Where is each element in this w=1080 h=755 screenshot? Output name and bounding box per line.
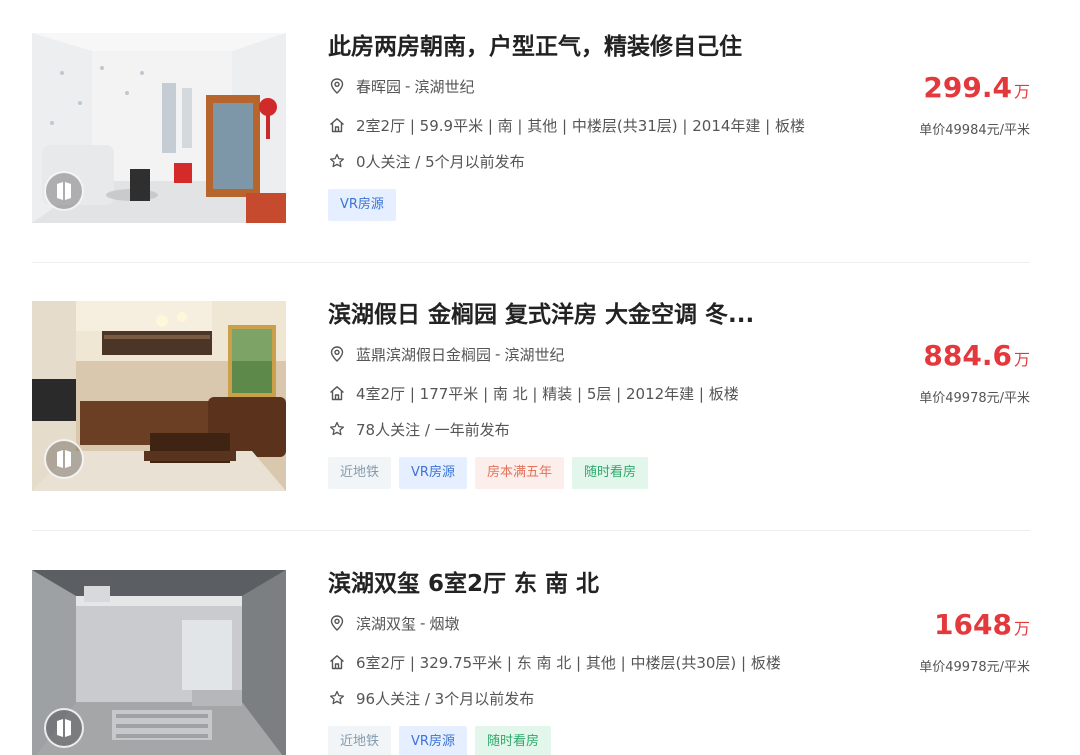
star-icon	[328, 152, 346, 170]
community-link[interactable]: 春晖园	[356, 76, 401, 97]
location-pin-icon	[328, 345, 346, 363]
tag-vr: VR房源	[399, 457, 467, 489]
tag-near-subway: 近地铁	[328, 457, 392, 489]
location-separator: -	[405, 77, 411, 95]
listing-divider	[32, 530, 1030, 531]
total-price-unit: 万	[1013, 82, 1030, 101]
district-link[interactable]: 烟墩	[429, 613, 459, 634]
listing-tags: VR房源	[328, 189, 396, 221]
listing-photo[interactable]	[32, 301, 286, 491]
total-price: 1648 万	[934, 608, 1030, 641]
location-pin-icon	[328, 614, 346, 632]
star-icon	[328, 689, 346, 707]
listing-title[interactable]: 此房两房朝南，户型正气，精装修自己住	[328, 33, 888, 61]
listing-tags: 近地铁 VR房源 房本满五年 随时看房	[328, 457, 648, 489]
tag-see-anytime: 随时看房	[571, 457, 648, 489]
follow-text: 0人关注 / 5个月以前发布	[356, 152, 525, 171]
house-icon	[328, 384, 346, 402]
tag-five-years: 房本满五年	[474, 457, 564, 489]
community-link[interactable]: 滨湖双玺	[356, 613, 416, 634]
total-price-value: 884.6	[923, 339, 1012, 372]
house-info-text: 6室2厅 | 329.75平米 | 东 南 北 | 其他 | 中楼层(共30层)…	[356, 653, 781, 672]
listing-title[interactable]: 滨湖双玺 6室2厅 东 南 北	[328, 570, 888, 598]
total-price: 884.6 万	[923, 339, 1030, 372]
follow-text: 96人关注 / 3个月以前发布	[356, 689, 535, 708]
listing-location: 春晖园 - 滨湖世纪	[328, 76, 474, 96]
house-info-text: 4室2厅 | 177平米 | 南 北 | 精装 | 5层 | 2012年建 | …	[356, 384, 739, 403]
tag-near-subway: 近地铁	[328, 726, 392, 755]
district-link[interactable]: 滨湖世纪	[504, 344, 564, 365]
listing-tags: 近地铁 VR房源 随时看房	[328, 726, 551, 755]
vr-badge-icon	[44, 171, 84, 211]
total-price-unit: 万	[1013, 350, 1030, 369]
listing-card: 此房两房朝南，户型正气，精装修自己住 春晖园 - 滨湖世纪 2室2厅 | 59.…	[32, 33, 1030, 225]
listing-photo[interactable]	[32, 570, 286, 755]
total-price-unit: 万	[1013, 619, 1030, 638]
listing-photo[interactable]	[32, 33, 286, 223]
location-separator: -	[420, 614, 426, 632]
vr-badge-icon	[44, 439, 84, 479]
district-link[interactable]: 滨湖世纪	[414, 76, 474, 97]
follow-text: 78人关注 / 一年前发布	[356, 420, 510, 439]
location-separator: -	[495, 345, 501, 363]
listing-house-info: 2室2厅 | 59.9平米 | 南 | 其他 | 中楼层(共31层) | 201…	[328, 115, 805, 135]
listing-card: 滨湖假日 金榈园 复式洋房 大金空调 冬... 蓝鼎滨湖假日金榈园 - 滨湖世纪…	[32, 301, 1030, 493]
house-icon	[328, 653, 346, 671]
tag-vr: VR房源	[399, 726, 467, 755]
vr-badge-icon	[44, 708, 84, 748]
unit-price: 单价49978元/平米	[919, 660, 1030, 675]
community-link[interactable]: 蓝鼎滨湖假日金榈园	[356, 344, 491, 365]
total-price: 299.4 万	[923, 71, 1030, 104]
listing-house-info: 4室2厅 | 177平米 | 南 北 | 精装 | 5层 | 2012年建 | …	[328, 383, 739, 403]
listing-house-info: 6室2厅 | 329.75平米 | 东 南 北 | 其他 | 中楼层(共30层)…	[328, 652, 781, 672]
total-price-value: 299.4	[923, 71, 1012, 104]
house-info-text: 2室2厅 | 59.9平米 | 南 | 其他 | 中楼层(共31层) | 201…	[356, 116, 805, 135]
unit-price: 单价49984元/平米	[919, 123, 1030, 138]
listing-location: 滨湖双玺 - 烟墩	[328, 613, 459, 633]
house-icon	[328, 116, 346, 134]
star-icon	[328, 420, 346, 438]
listing-follow-info: 96人关注 / 3个月以前发布	[328, 688, 534, 708]
total-price-value: 1648	[934, 608, 1012, 641]
tag-see-anytime: 随时看房	[474, 726, 551, 755]
location-pin-icon	[328, 77, 346, 95]
listing-follow-info: 78人关注 / 一年前发布	[328, 419, 510, 439]
tag-vr: VR房源	[328, 189, 396, 221]
listing-divider	[32, 262, 1030, 263]
unit-price: 单价49978元/平米	[919, 391, 1030, 406]
listing-location: 蓝鼎滨湖假日金榈园 - 滨湖世纪	[328, 344, 564, 364]
listing-follow-info: 0人关注 / 5个月以前发布	[328, 151, 525, 171]
listing-card: 滨湖双玺 6室2厅 东 南 北 滨湖双玺 - 烟墩 6室2厅 | 329.75平…	[32, 570, 1030, 755]
listing-title[interactable]: 滨湖假日 金榈园 复式洋房 大金空调 冬...	[328, 301, 888, 329]
